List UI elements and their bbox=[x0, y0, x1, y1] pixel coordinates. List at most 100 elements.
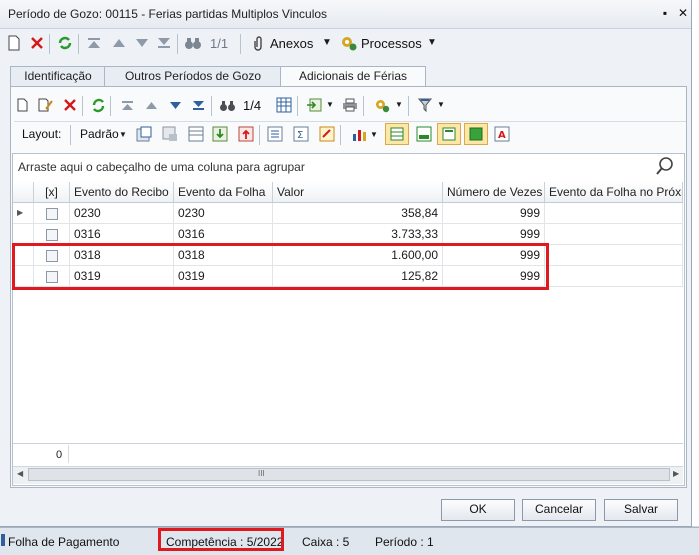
paperclip-icon[interactable] bbox=[248, 33, 268, 53]
save-button[interactable]: Salvar bbox=[604, 499, 678, 521]
binoculars-icon[interactable] bbox=[217, 95, 237, 115]
row-indicator-header bbox=[13, 182, 34, 203]
column-header-numero-vezes[interactable]: Número de Vezes bbox=[443, 182, 545, 203]
layout-dropdown-icon[interactable]: ▼ bbox=[119, 130, 127, 139]
column-header-evento-folha[interactable]: Evento da Folha bbox=[174, 182, 273, 203]
toolbar-separator bbox=[177, 34, 178, 54]
tab-identificacao[interactable]: Identificação bbox=[10, 66, 106, 87]
prev-icon[interactable] bbox=[141, 95, 161, 115]
column-header-valor[interactable]: Valor bbox=[273, 182, 443, 203]
status-marker bbox=[1, 534, 5, 546]
binoculars-icon[interactable] bbox=[183, 33, 203, 53]
last-icon[interactable] bbox=[154, 33, 174, 53]
table-row[interactable]: ▶ 0230 0230 358,84 999 bbox=[13, 203, 683, 224]
first-icon[interactable] bbox=[84, 33, 104, 53]
next-icon[interactable] bbox=[165, 95, 185, 115]
anexos-dropdown-icon[interactable]: ▼ bbox=[322, 37, 332, 48]
cell-valor[interactable]: 3.733,33 bbox=[273, 224, 443, 245]
scroll-left-icon[interactable]: ◀ bbox=[17, 469, 23, 478]
scroll-thumb[interactable] bbox=[28, 468, 670, 481]
anexos-button[interactable]: Anexos bbox=[270, 36, 313, 51]
cell-evento-recibo[interactable]: 0230 bbox=[70, 203, 174, 224]
toolbar-separator bbox=[340, 125, 341, 145]
processos-dropdown-icon[interactable]: ▼ bbox=[427, 37, 437, 48]
record-counter: 1/1 bbox=[210, 36, 229, 51]
row-checkbox[interactable] bbox=[34, 203, 70, 224]
scroll-grip: III bbox=[258, 469, 265, 478]
cell-evento-folha-proximo[interactable] bbox=[545, 203, 683, 224]
table-row[interactable]: 0316 0316 3.733,33 999 bbox=[13, 224, 683, 245]
toolbar-separator bbox=[211, 96, 212, 116]
row-current-indicator: ▶ bbox=[13, 203, 34, 224]
last-icon[interactable] bbox=[188, 95, 208, 115]
delete-icon[interactable] bbox=[27, 33, 47, 53]
prev-icon[interactable] bbox=[109, 33, 129, 53]
cell-numero-vezes[interactable]: 999 bbox=[443, 203, 545, 224]
columns-icon[interactable] bbox=[186, 124, 206, 144]
cancel-button[interactable]: Cancelar bbox=[522, 499, 596, 521]
scroll-right-icon[interactable]: ▶ bbox=[673, 469, 679, 478]
gear-dropdown-icon[interactable]: ▼ bbox=[395, 100, 403, 109]
cell-valor[interactable]: 358,84 bbox=[273, 203, 443, 224]
footer-divider bbox=[13, 443, 683, 444]
view-toggle-2[interactable] bbox=[414, 124, 434, 144]
save-layout-icon[interactable] bbox=[134, 124, 154, 144]
import-dropdown-icon[interactable]: ▼ bbox=[326, 100, 334, 109]
refresh-icon[interactable] bbox=[88, 95, 108, 115]
cell-evento-recibo[interactable]: 0316 bbox=[70, 224, 174, 245]
toolbar-separator bbox=[297, 96, 298, 116]
row-checkbox[interactable] bbox=[34, 224, 70, 245]
layout-select[interactable]: Padrão bbox=[80, 127, 119, 141]
processos-button[interactable]: Processos bbox=[361, 36, 422, 51]
view-toggle-1[interactable] bbox=[385, 123, 409, 145]
cell-evento-folha-proximo[interactable] bbox=[545, 266, 683, 287]
export-down-icon[interactable] bbox=[210, 124, 230, 144]
chart-icon[interactable] bbox=[350, 124, 370, 144]
status-module: Folha de Pagamento bbox=[8, 535, 120, 549]
first-icon[interactable] bbox=[117, 95, 137, 115]
delete-icon[interactable] bbox=[60, 95, 80, 115]
grid-icon[interactable] bbox=[274, 95, 294, 115]
filter-dropdown-icon[interactable]: ▼ bbox=[437, 100, 445, 109]
close-icon[interactable]: ✕ bbox=[676, 6, 690, 20]
toolbar-separator bbox=[70, 125, 71, 145]
toolbar-separator bbox=[259, 125, 260, 145]
new-icon[interactable] bbox=[4, 33, 24, 53]
import-icon[interactable] bbox=[304, 95, 324, 115]
tab-adicionais-ferias[interactable]: Adicionais de Férias bbox=[280, 66, 426, 88]
export-up-icon[interactable] bbox=[236, 124, 256, 144]
search-icon[interactable] bbox=[655, 156, 675, 179]
status-caixa: Caixa : 5 bbox=[302, 535, 350, 549]
filter-icon[interactable] bbox=[415, 95, 435, 115]
gear-icon[interactable] bbox=[339, 33, 359, 53]
refresh-icon[interactable] bbox=[55, 33, 75, 53]
new-icon[interactable] bbox=[13, 95, 33, 115]
cell-evento-folha-proximo[interactable] bbox=[545, 245, 683, 266]
layout-options-icon[interactable] bbox=[160, 124, 180, 144]
group-icon[interactable] bbox=[265, 124, 285, 144]
ok-button[interactable]: OK bbox=[441, 499, 515, 521]
view-toggle-4[interactable] bbox=[464, 123, 488, 145]
format-icon[interactable] bbox=[317, 124, 337, 144]
next-icon[interactable] bbox=[132, 33, 152, 53]
column-header-evento-folha-proximo[interactable]: Evento da Folha no Próxmo bbox=[545, 182, 683, 203]
grid-record-counter: 1/4 bbox=[243, 98, 262, 113]
column-header-evento-recibo[interactable]: Evento do Recibo bbox=[70, 182, 174, 203]
edit-icon[interactable] bbox=[36, 95, 56, 115]
print-icon[interactable] bbox=[340, 95, 360, 115]
tab-outros-periodos[interactable]: Outros Períodos de Gozo bbox=[104, 66, 282, 87]
highlight-box-competencia bbox=[158, 528, 284, 551]
cell-evento-folha[interactable]: 0316 bbox=[174, 224, 273, 245]
font-icon[interactable]: A bbox=[492, 124, 512, 144]
summary-icon[interactable]: Σ bbox=[291, 124, 311, 144]
gear-icon[interactable] bbox=[372, 95, 392, 115]
cell-numero-vezes[interactable]: 999 bbox=[443, 224, 545, 245]
column-header-select[interactable]: [x] bbox=[34, 182, 70, 203]
cell-evento-folha-proximo[interactable] bbox=[545, 224, 683, 245]
pin-icon[interactable]: ▪ bbox=[658, 6, 672, 20]
svg-text:Σ: Σ bbox=[297, 130, 303, 141]
chart-dropdown-icon[interactable]: ▼ bbox=[370, 130, 378, 139]
view-toggle-3[interactable] bbox=[437, 123, 461, 145]
main-toolbar: 1/1 Anexos ▼ Processos ▼ bbox=[0, 29, 691, 59]
cell-evento-folha[interactable]: 0230 bbox=[174, 203, 273, 224]
